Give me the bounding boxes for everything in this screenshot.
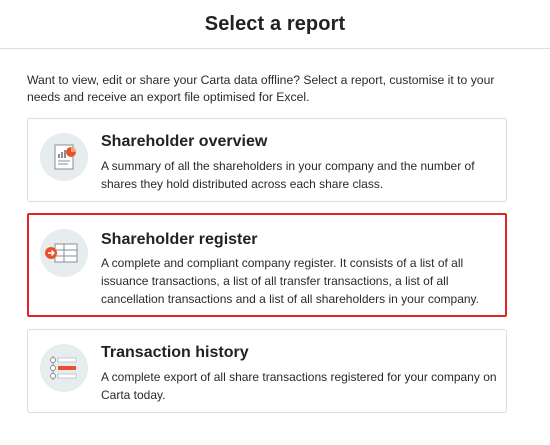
- report-title: Shareholder overview: [101, 133, 268, 150]
- intro-text: Want to view, edit or share your Carta d…: [27, 73, 495, 104]
- report-card-transaction-history[interactable]: Transaction history A complete export of…: [27, 329, 507, 413]
- register-table-icon: [40, 229, 88, 277]
- page-title: Select a report: [204, 12, 346, 35]
- report-description: A summary of all the shareholders in you…: [101, 159, 475, 191]
- report-description: A complete export of all share transacti…: [101, 370, 497, 402]
- report-title: Shareholder register: [101, 231, 258, 248]
- report-title: Transaction history: [101, 344, 249, 361]
- dialog-header: Select a report: [0, 0, 550, 49]
- timeline-icon: [40, 344, 88, 392]
- report-description: A complete and compliant company registe…: [101, 256, 479, 306]
- document-chart-icon: [40, 133, 88, 181]
- report-card-shareholder-overview[interactable]: Shareholder overview A summary of all th…: [27, 118, 507, 202]
- report-card-shareholder-register[interactable]: Shareholder register A complete and comp…: [27, 213, 507, 317]
